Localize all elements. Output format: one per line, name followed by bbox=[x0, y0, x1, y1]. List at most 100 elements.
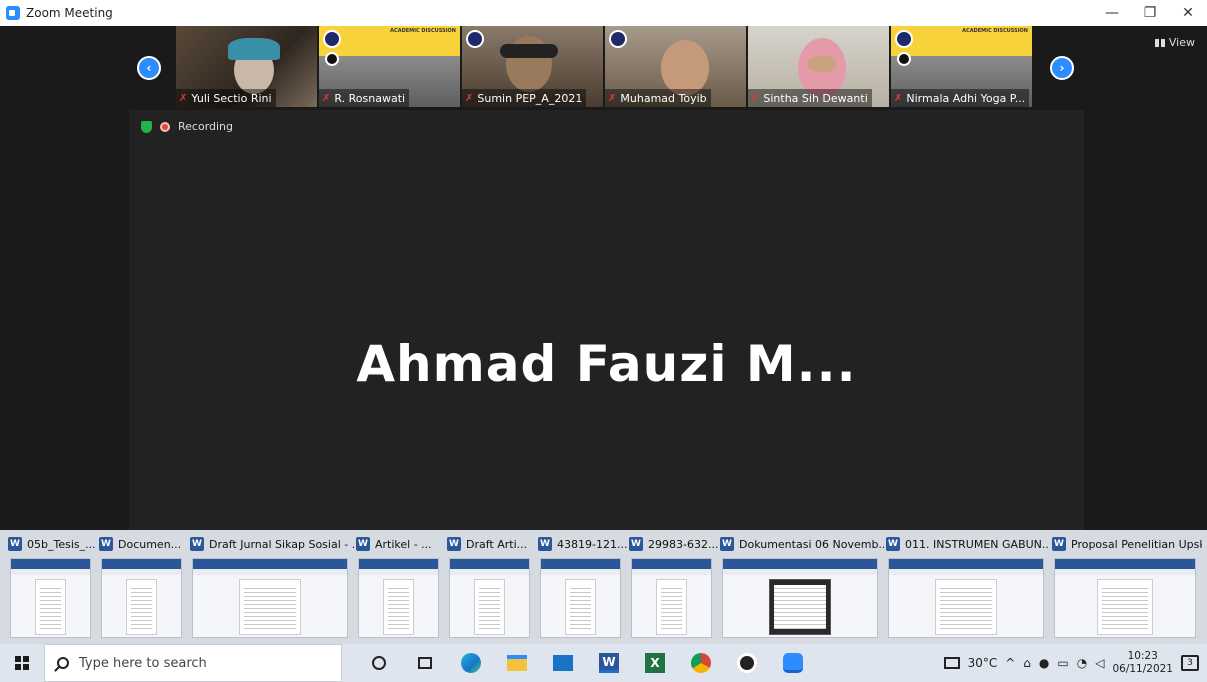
window-thumbnail[interactable]: W 011. INSTRUMEN GABUN... bbox=[884, 530, 1050, 644]
view-button[interactable]: View bbox=[1154, 36, 1195, 49]
battery-icon[interactable]: ▭ bbox=[1057, 656, 1068, 670]
window-title: Zoom Meeting bbox=[26, 6, 113, 20]
poster-banner-text: ACADEMIC DISCUSSION bbox=[962, 28, 1028, 34]
volume-muted-icon[interactable]: ◁ bbox=[1095, 656, 1104, 670]
participant-tile[interactable]: ✗ Muhamad Toyib bbox=[605, 26, 746, 107]
speaker-avatar-icon bbox=[325, 52, 339, 66]
participant-tile[interactable]: ✗ Sumin PEP_A_2021 bbox=[462, 26, 603, 107]
thumbnail-title: Dokumentasi 06 Novemb... bbox=[739, 537, 884, 551]
cortana-icon[interactable] bbox=[356, 644, 402, 682]
thumbnail-preview bbox=[631, 558, 712, 638]
window-thumbnail[interactable]: W Artikel - ... bbox=[354, 530, 445, 644]
participant-tile[interactable]: ✗ Yuli Sectio Rini bbox=[176, 26, 317, 107]
minimize-button[interactable]: — bbox=[1093, 0, 1131, 26]
gallery-view-icon bbox=[1154, 38, 1165, 47]
system-tray: 30°C ^ ⌂ ● ▭ ◔ ◁ 10:23 06/11/2021 3 bbox=[943, 644, 1207, 682]
show-hidden-icons-icon[interactable]: ^ bbox=[1005, 656, 1015, 670]
file-explorer-icon[interactable] bbox=[494, 644, 540, 682]
university-logo-icon bbox=[323, 30, 341, 48]
taskbar-search-box[interactable]: Type here to search bbox=[44, 644, 342, 682]
thumbnail-preview bbox=[358, 558, 439, 638]
word-icon: W bbox=[447, 537, 461, 551]
mic-muted-icon: ✗ bbox=[608, 92, 617, 104]
thumbnail-title: 43819-121... bbox=[557, 537, 627, 551]
meeting-area: ‹ ✗ Yuli Sectio Rini ACADEMIC DISCUSSION … bbox=[0, 26, 1207, 530]
thumbnail-preview bbox=[722, 558, 878, 638]
screen: Zoom Meeting — ❐ ✕ ‹ ✗ Yuli Sectio Rini A… bbox=[0, 0, 1207, 682]
security-shield-icon[interactable] bbox=[141, 120, 152, 133]
participant-tile[interactable]: ✗ Sintha Sih Dewanti bbox=[748, 26, 889, 107]
participant-name: ✗ Nirmala Adhi Yoga P... bbox=[891, 89, 1030, 107]
edge-icon[interactable] bbox=[448, 644, 494, 682]
thumbnail-title: 011. INSTRUMEN GABUN... bbox=[905, 537, 1050, 551]
mic-muted-icon: ✗ bbox=[751, 92, 760, 104]
search-placeholder: Type here to search bbox=[79, 655, 207, 671]
poster-banner-text: ACADEMIC DISCUSSION bbox=[390, 28, 456, 34]
thumbnail-title: Proposal Penelitian Upskil... bbox=[1071, 537, 1202, 551]
participant-name: ✗ Sintha Sih Dewanti bbox=[748, 89, 872, 107]
participant-name: ✗ R. Rosnawati bbox=[319, 89, 410, 107]
participant-name: ✗ Muhamad Toyib bbox=[605, 89, 711, 107]
notification-center-icon[interactable]: 3 bbox=[1181, 655, 1199, 671]
zoom-taskbar-icon[interactable] bbox=[770, 644, 816, 682]
participant-tile[interactable]: ACADEMIC DISCUSSION ✗ R. Rosnawati bbox=[319, 26, 460, 107]
search-icon bbox=[57, 657, 69, 669]
close-button[interactable]: ✕ bbox=[1169, 0, 1207, 26]
window-thumbnail[interactable]: W 43819-121... bbox=[536, 530, 627, 644]
participant-name: ✗ Yuli Sectio Rini bbox=[176, 89, 276, 107]
window-thumbnail[interactable]: W 05b_Tesis_... bbox=[6, 530, 97, 644]
word-icon: W bbox=[538, 537, 552, 551]
windows-taskbar: Type here to search W X 30°C ^ ⌂ ● ▭ ◔ ◁… bbox=[0, 644, 1207, 682]
window-thumbnail[interactable]: W 29983-632... bbox=[627, 530, 718, 644]
taskbar-thumbnail-previews: W 05b_Tesis_... W Documen... W Draft Jurnal… bbox=[0, 530, 1207, 644]
active-speaker-name: Ahmad Fauzi M... bbox=[356, 335, 857, 393]
thumbnail-preview bbox=[888, 558, 1044, 638]
task-view-icon[interactable] bbox=[402, 644, 448, 682]
university-logo-icon bbox=[466, 30, 484, 48]
weather-temperature[interactable]: 30°C bbox=[968, 656, 998, 670]
excel-taskbar-icon[interactable]: X bbox=[632, 644, 678, 682]
word-icon: W bbox=[8, 537, 22, 551]
participant-name: ✗ Sumin PEP_A_2021 bbox=[462, 89, 587, 107]
gallery-next-button[interactable]: › bbox=[1050, 56, 1074, 80]
participant-video bbox=[228, 38, 280, 60]
word-icon: W bbox=[720, 537, 734, 551]
window-thumbnail[interactable]: W Draft Arti... bbox=[445, 530, 536, 644]
compass-app-icon[interactable] bbox=[724, 644, 770, 682]
thumbnail-preview bbox=[192, 558, 348, 638]
recording-label: Recording bbox=[178, 120, 234, 133]
word-icon: W bbox=[629, 537, 643, 551]
notification-count: 3 bbox=[1187, 658, 1193, 668]
clock[interactable]: 10:23 06/11/2021 bbox=[1112, 650, 1173, 676]
view-label: View bbox=[1168, 36, 1195, 49]
mic-muted-icon: ✗ bbox=[322, 92, 331, 104]
wifi-icon[interactable]: ◔ bbox=[1077, 656, 1087, 670]
network-icon[interactable]: ⌂ bbox=[1023, 656, 1031, 670]
participant-strip: ✗ Yuli Sectio Rini ACADEMIC DISCUSSION ✗ R… bbox=[176, 26, 1032, 107]
participant-tile[interactable]: ACADEMIC DISCUSSION ✗ Nirmala Adhi Yoga P… bbox=[891, 26, 1032, 107]
word-icon: W bbox=[190, 537, 204, 551]
taskbar-apps: W X bbox=[356, 644, 816, 682]
window-thumbnail[interactable]: W Proposal Penelitian Upskil... bbox=[1050, 530, 1202, 644]
mic-muted-icon: ✗ bbox=[179, 92, 188, 104]
restore-button[interactable]: ❐ bbox=[1131, 0, 1169, 26]
thumbnail-preview bbox=[10, 558, 91, 638]
gallery-prev-button[interactable]: ‹ bbox=[137, 56, 161, 80]
thumbnail-preview bbox=[540, 558, 621, 638]
window-controls: — ❐ ✕ bbox=[1093, 0, 1207, 26]
mail-icon[interactable] bbox=[540, 644, 586, 682]
word-icon: W bbox=[1052, 537, 1066, 551]
thumbnail-title: 05b_Tesis_... bbox=[27, 537, 96, 551]
speaker-avatar-icon bbox=[897, 52, 911, 66]
thumbnail-preview bbox=[449, 558, 530, 638]
window-thumbnail[interactable]: W Draft Jurnal Sikap Sosial - ... bbox=[188, 530, 354, 644]
word-taskbar-icon[interactable]: W bbox=[586, 644, 632, 682]
window-thumbnail[interactable]: W Dokumentasi 06 Novemb... bbox=[718, 530, 884, 644]
window-thumbnail[interactable]: W Documen... bbox=[97, 530, 188, 644]
recording-indicator: Recording bbox=[141, 120, 233, 133]
windows-logo-icon bbox=[15, 656, 29, 670]
start-button[interactable] bbox=[0, 644, 44, 682]
chrome-icon[interactable] bbox=[678, 644, 724, 682]
microphone-icon[interactable]: ● bbox=[1039, 656, 1049, 670]
weather-icon[interactable] bbox=[943, 657, 960, 669]
